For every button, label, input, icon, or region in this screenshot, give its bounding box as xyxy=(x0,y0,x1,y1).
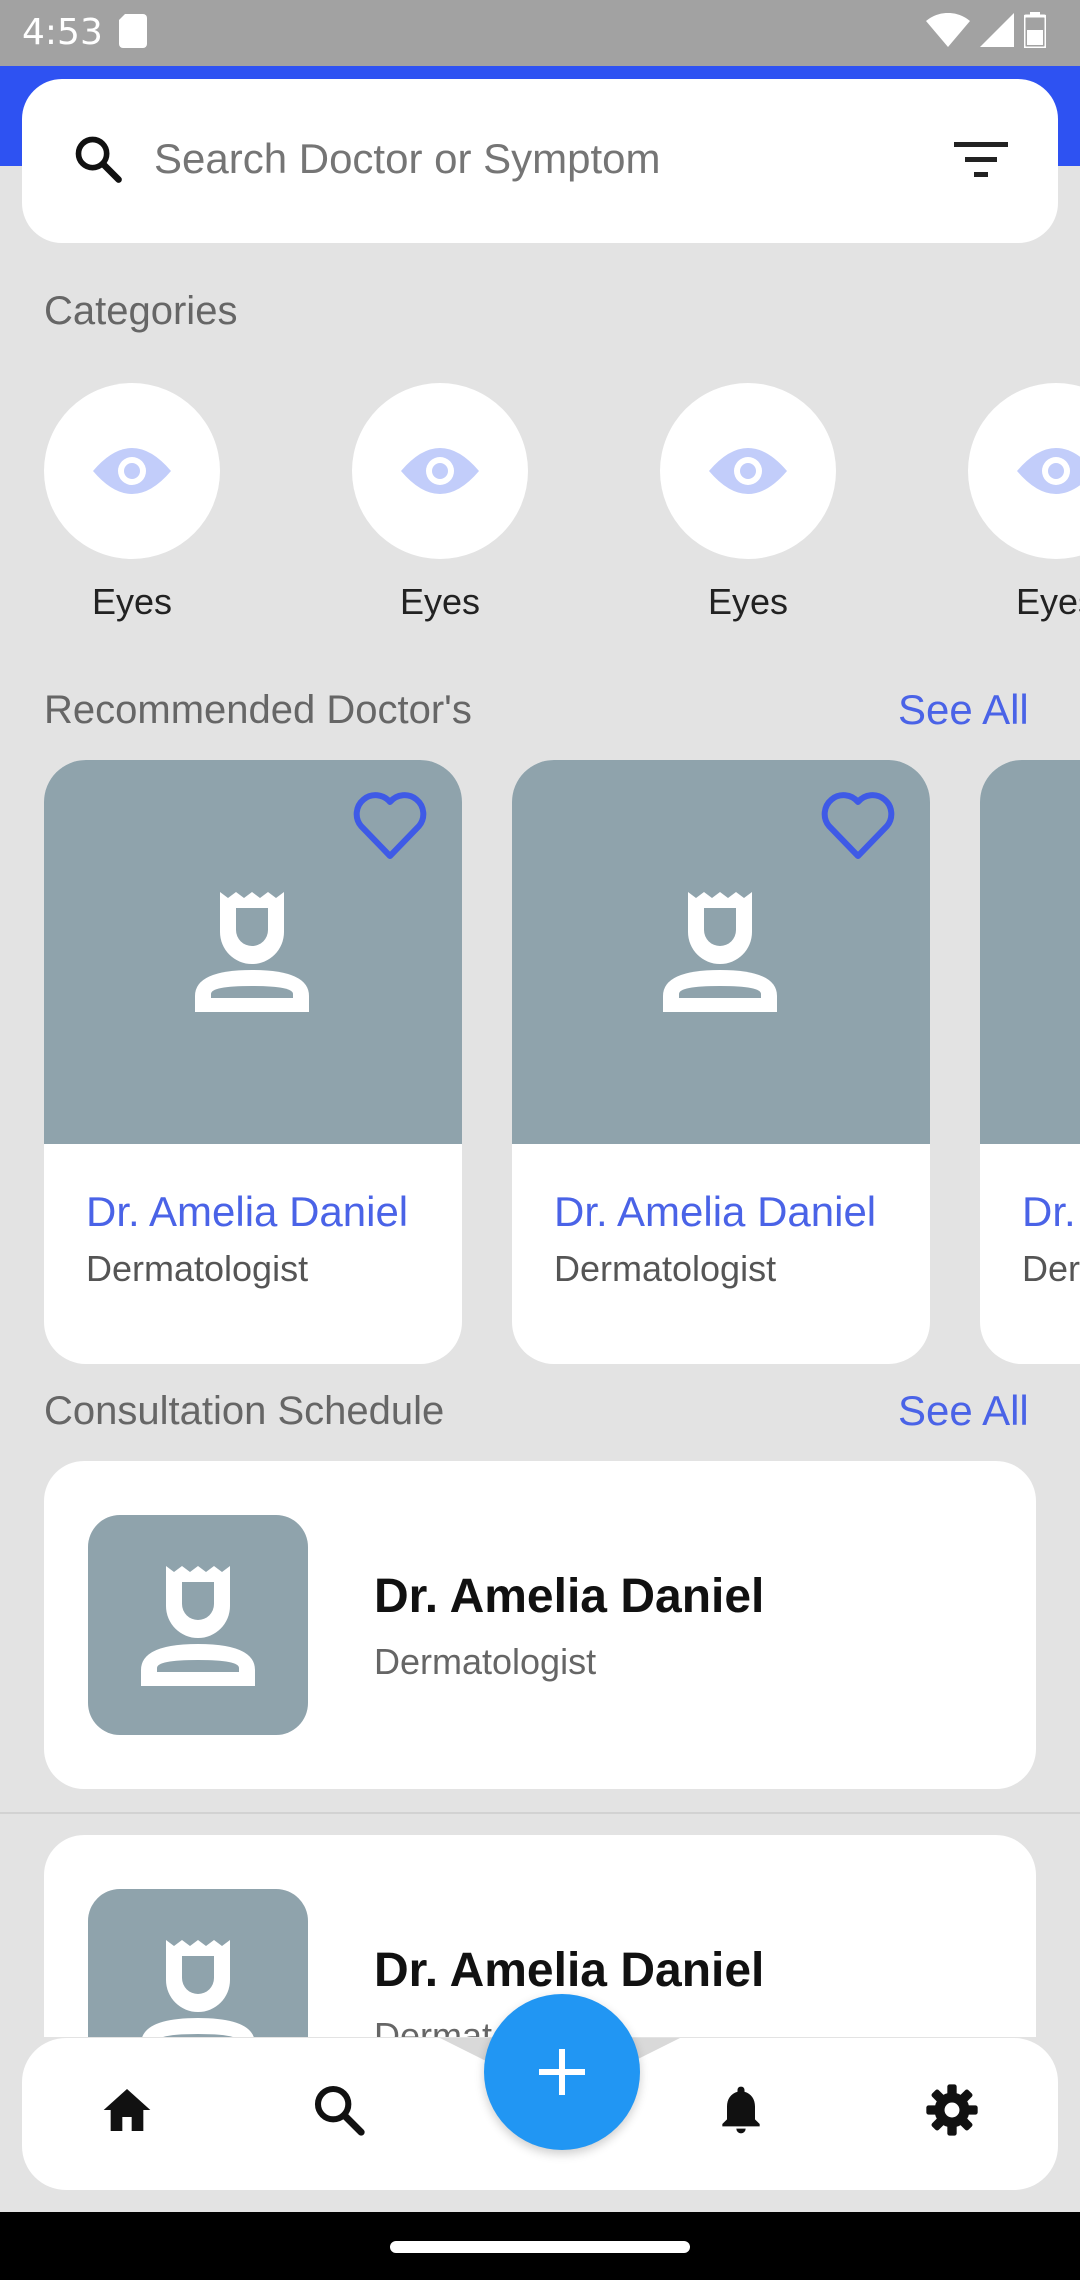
doctor-specialty: Dermatologist xyxy=(554,1248,777,1289)
doctor-photo xyxy=(44,760,462,1144)
search-icon[interactable] xyxy=(311,2082,367,2138)
doctor-card[interactable]: Dr. Amelia Daniel Dermatologist xyxy=(512,760,930,1364)
recommended-see-all-link[interactable]: See All xyxy=(898,686,1029,734)
eye-icon xyxy=(709,448,787,494)
schedule-doctor-specialty: Dermatologist xyxy=(374,1641,597,1682)
category-item[interactable]: Eyes xyxy=(968,383,1080,623)
filter-icon[interactable] xyxy=(954,140,1008,180)
recommended-title: Recommended Doctor's xyxy=(44,688,472,732)
wifi-icon xyxy=(926,13,970,47)
category-item[interactable]: Eyes xyxy=(44,383,220,623)
signal-icon xyxy=(980,13,1014,47)
doctor-name: Dr. Amelia Daniel xyxy=(1022,1188,1080,1235)
doctor-avatar-icon xyxy=(663,892,777,1012)
doctor-avatar-icon xyxy=(142,1940,254,2037)
add-icon xyxy=(539,2049,585,2095)
category-label: Eyes xyxy=(707,581,789,622)
search-icon xyxy=(75,136,122,183)
doctor-specialty: Dermatologist xyxy=(86,1248,309,1289)
gesture-handle[interactable] xyxy=(390,2241,690,2253)
schedule-doctor-name: Dr. Amelia Daniel xyxy=(374,1944,765,1997)
doctor-card[interactable]: Dr. Amelia Daniel Dermatologist xyxy=(980,760,1080,1364)
category-circle xyxy=(352,383,528,559)
heart-icon[interactable] xyxy=(820,792,896,860)
doctor-name: Dr. Amelia Daniel xyxy=(86,1188,409,1235)
categories-title: Categories xyxy=(44,289,238,333)
add-button[interactable] xyxy=(484,1994,640,2150)
eye-icon xyxy=(401,448,479,494)
sd-card-icon xyxy=(119,14,147,48)
category-label: Eyes xyxy=(91,581,173,622)
category-item[interactable]: Eyes xyxy=(352,383,528,623)
doctor-specialty: Dermatologist xyxy=(1022,1248,1080,1289)
doctor-card[interactable]: Dr. Amelia Daniel Dermatologist xyxy=(44,760,462,1364)
category-label: Eyes xyxy=(1015,581,1080,622)
status-icons xyxy=(926,12,1046,48)
doctor-avatar-icon xyxy=(141,1566,255,1686)
eye-icon xyxy=(93,448,171,494)
schedule-see-all-link[interactable]: See All xyxy=(898,1387,1029,1435)
doctor-photo xyxy=(980,760,1080,1144)
doctor-photo xyxy=(512,760,930,1144)
category-circle xyxy=(660,383,836,559)
schedule-avatar xyxy=(88,1889,308,2037)
schedule-card[interactable]: Dr. Amelia Daniel Dermatologist xyxy=(44,1461,1036,1789)
schedule-doctor-name: Dr. Amelia Daniel xyxy=(374,1570,765,1623)
divider xyxy=(0,1812,1080,1814)
search-input[interactable]: Search Doctor or Symptom xyxy=(154,135,661,183)
gear-icon[interactable] xyxy=(924,2082,980,2138)
category-label: Eyes xyxy=(399,581,481,622)
eye-icon xyxy=(1017,448,1080,494)
doctor-card-clip: Dr. Amelia Daniel Dermatologist xyxy=(980,760,1080,1364)
doctor-name: Dr. Amelia Daniel xyxy=(554,1188,877,1235)
schedule-title: Consultation Schedule xyxy=(44,1389,445,1433)
category-item[interactable]: Eyes xyxy=(660,383,836,623)
doctor-avatar-icon xyxy=(195,892,309,1012)
bell-icon[interactable] xyxy=(713,2082,769,2138)
status-time: 4:53 xyxy=(22,12,103,53)
home-icon[interactable] xyxy=(99,2082,155,2138)
battery-icon xyxy=(1024,12,1046,48)
category-circle xyxy=(968,383,1080,559)
schedule-avatar xyxy=(88,1515,308,1735)
status-bar: 4:53 xyxy=(0,0,1080,66)
category-circle xyxy=(44,383,220,559)
category-clip: Eyes xyxy=(968,383,1080,683)
heart-icon[interactable] xyxy=(352,792,428,860)
